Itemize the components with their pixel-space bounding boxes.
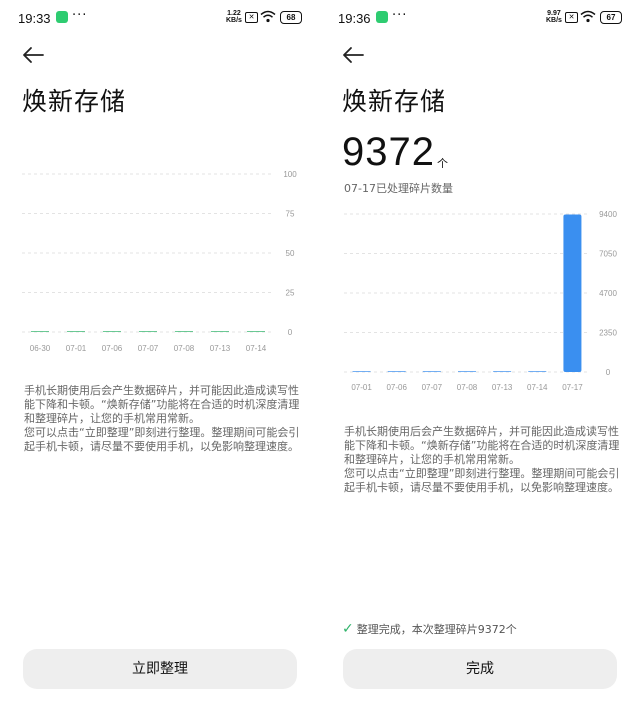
app-notification-icon <box>56 11 68 23</box>
x-tick-label: 07-13 <box>210 344 231 353</box>
fragment-count: 9372 <box>342 130 435 174</box>
back-arrow-icon[interactable] <box>22 46 44 64</box>
screen-before: 19:33 ··· 1.22 KB/s ✕ 68 焕新存储 0 25 50 75 100 0… <box>0 0 320 712</box>
description-paragraph: 您可以点击“立即整理”即刻进行整理。整理期间可能会引起手机卡顿，请尽量不要使用手… <box>344 467 620 494</box>
x-tick-label: 07-08 <box>457 383 478 392</box>
bar <box>211 331 229 332</box>
network-speed: 9.97 KB/s <box>546 10 562 24</box>
battery-indicator: 67 <box>600 11 622 24</box>
back-arrow-icon[interactable] <box>342 46 364 64</box>
bar <box>247 331 265 332</box>
bar <box>493 371 512 372</box>
bar <box>387 371 406 372</box>
app-notification-icon <box>376 11 388 23</box>
bar <box>139 331 157 332</box>
bar <box>458 371 476 372</box>
fragment-chart: 0 25 50 75 100 06-30 07-01 07-06 07-07 07-08 07-13… <box>22 170 297 353</box>
wifi-icon <box>260 10 276 23</box>
completion-message: ✓ 整理完成，本次整理碎片9372个 <box>342 621 517 637</box>
bar <box>563 214 582 372</box>
description-paragraph: 您可以点击“立即整理”即刻进行整理。整理期间可能会引起手机卡顿，请尽量不要使用手… <box>24 426 300 453</box>
network-speed: 1.22 KB/s <box>226 10 242 24</box>
completion-text: 整理完成，本次整理碎片9372个 <box>356 623 517 636</box>
status-bar: 19:33 ··· 1.22 KB/s ✕ 68 <box>0 0 320 34</box>
page-title: 焕新存储 <box>22 87 127 116</box>
x-tick-label: 07-06 <box>102 344 123 353</box>
x-tick-label: 07-06 <box>386 383 407 392</box>
x-tick-label: 07-14 <box>246 344 267 353</box>
y-tick-label: 75 <box>286 210 295 219</box>
wifi-icon <box>580 10 596 23</box>
description: 手机长期使用后会产生数据碎片，并可能因此造成读写性能下降和卡顿。“焕新存储”功能… <box>24 384 300 454</box>
sim-x-icon: ✕ <box>245 12 258 23</box>
y-tick-label: 0 <box>288 328 293 337</box>
sim-x-icon: ✕ <box>565 12 578 23</box>
y-tick-label: 4700 <box>599 289 617 298</box>
y-tick-label: 50 <box>286 249 295 258</box>
description-paragraph: 手机长期使用后会产生数据碎片，并可能因此造成读写性能下降和卡顿。“焕新存储”功能… <box>344 425 620 466</box>
more-notifications-icon: ··· <box>392 8 408 23</box>
y-tick-label: 2350 <box>599 329 617 338</box>
x-tick-label: 07-01 <box>66 344 87 353</box>
x-tick-label: 07-01 <box>351 383 372 392</box>
x-tick-label: 07-14 <box>527 383 548 392</box>
y-tick-label: 7050 <box>599 250 617 259</box>
status-bar: 19:36 ··· 9.97 KB/s ✕ 67 <box>320 0 640 34</box>
description: 手机长期使用后会产生数据碎片，并可能因此造成读写性能下降和卡顿。“焕新存储”功能… <box>344 425 620 495</box>
fragment-count-caption: 07-17已处理碎片数量 <box>344 182 453 195</box>
fragment-chart: 0 2350 4700 7050 9400 07-01 07-06 07-07 07-08 07-… <box>344 210 617 392</box>
y-tick-label: 25 <box>286 289 295 298</box>
x-tick-label: 07-17 <box>562 383 583 392</box>
status-time: 19:36 <box>338 11 371 26</box>
battery-indicator: 68 <box>280 11 302 24</box>
bar <box>422 371 441 372</box>
bar <box>31 331 49 332</box>
y-tick-label: 9400 <box>599 210 617 219</box>
fragment-count-unit: 个 <box>437 157 448 170</box>
more-notifications-icon: ··· <box>72 8 88 23</box>
defrag-now-button[interactable]: 立即整理 <box>23 649 297 689</box>
y-tick-label: 0 <box>606 368 611 377</box>
status-time: 19:33 <box>18 11 51 26</box>
bar <box>352 371 371 372</box>
x-tick-label: 07-07 <box>422 383 443 392</box>
check-icon: ✓ <box>342 621 354 637</box>
bar <box>67 331 85 332</box>
y-tick-label: 100 <box>283 170 297 179</box>
x-tick-label: 07-07 <box>138 344 159 353</box>
x-tick-label: 06-30 <box>30 344 51 353</box>
page-title: 焕新存储 <box>342 87 447 116</box>
done-button[interactable]: 完成 <box>343 649 617 689</box>
bar <box>528 371 547 372</box>
x-tick-label: 07-13 <box>492 383 513 392</box>
description-paragraph: 手机长期使用后会产生数据碎片，并可能因此造成读写性能下降和卡顿。“焕新存储”功能… <box>24 384 300 425</box>
bar <box>175 331 193 332</box>
bar <box>103 331 121 332</box>
x-tick-label: 07-08 <box>174 344 195 353</box>
